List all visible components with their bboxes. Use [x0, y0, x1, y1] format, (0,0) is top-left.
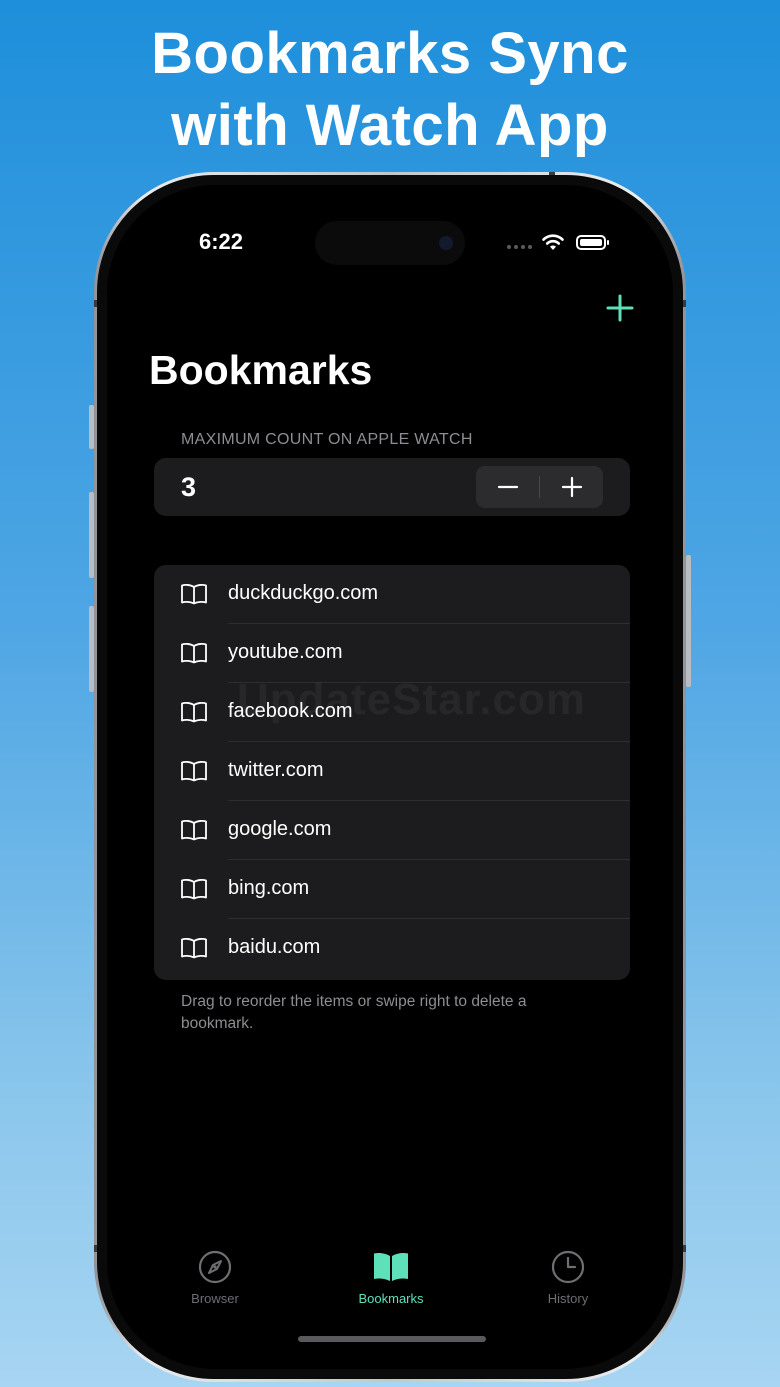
antenna-band [683, 300, 686, 307]
tab-browser[interactable]: Browser [155, 1249, 275, 1319]
front-camera [439, 236, 453, 250]
watch-count-value: 3 [181, 472, 197, 502]
bookmark-label: twitter.com [228, 759, 324, 781]
bookmark-item-duckduckgo[interactable]: duckduckgo.com [154, 565, 630, 624]
bookmark-label: youtube.com [228, 641, 343, 663]
wifi-icon [542, 234, 564, 250]
book-icon [181, 937, 207, 959]
phone-screen: 6:22 Bookmarks MAXIMUM COUNT ON APPLE WA… [107, 185, 673, 1369]
power-button [686, 555, 691, 687]
page-title: Bookmarks [149, 347, 373, 393]
status-time: 6:22 [199, 229, 244, 254]
open-book-icon [374, 1253, 408, 1281]
minus-icon [497, 485, 518, 489]
book-icon [181, 760, 207, 782]
bookmark-item-baidu[interactable]: baidu.com [154, 919, 630, 978]
volume-up-button [89, 492, 94, 578]
bookmark-item-bing[interactable]: bing.com [154, 860, 630, 919]
decrement-button[interactable] [476, 466, 539, 508]
compass-icon [198, 1250, 232, 1284]
bookmark-label: baidu.com [228, 936, 321, 958]
battery-icon [576, 235, 609, 250]
book-icon [181, 878, 207, 900]
promo-headline-line2: with Watch App [171, 93, 609, 158]
cellular-signal-icon [507, 245, 532, 249]
tab-history[interactable]: History [508, 1249, 628, 1319]
clock-icon [551, 1250, 585, 1284]
bookmark-item-google[interactable]: google.com [154, 801, 630, 860]
add-bookmark-button[interactable] [603, 291, 637, 325]
watermark: UpdateStar.com [237, 675, 586, 724]
dynamic-island [315, 221, 465, 265]
action-button [89, 405, 94, 449]
bookmark-item-twitter[interactable]: twitter.com [154, 742, 630, 801]
tab-label: Bookmarks [358, 1291, 424, 1306]
book-icon [181, 701, 207, 723]
watch-count-header: MAXIMUM COUNT ON APPLE WATCH [181, 431, 473, 448]
bookmark-label: google.com [228, 818, 332, 840]
watch-count-row: 3 [154, 458, 630, 516]
plus-icon [606, 294, 634, 322]
volume-down-button [89, 606, 94, 692]
book-icon [181, 642, 207, 664]
promo-headline-line1: Bookmarks Sync [151, 21, 629, 86]
bookmark-label: bing.com [228, 877, 310, 899]
bookmark-label: duckduckgo.com [228, 582, 379, 604]
tab-label: Browser [191, 1291, 239, 1306]
antenna-band [683, 1245, 686, 1252]
home-indicator[interactable] [298, 1336, 486, 1342]
watch-count-stepper[interactable] [476, 466, 603, 508]
bookmarks-list: duckduckgo.com youtube.com facebook.com … [154, 565, 630, 980]
phone-frame: 6:22 Bookmarks MAXIMUM COUNT ON APPLE WA… [94, 172, 686, 1382]
phone-bezel: 6:22 Bookmarks MAXIMUM COUNT ON APPLE WA… [97, 175, 683, 1379]
book-icon [181, 583, 207, 605]
promo-headline: Bookmarks Sync with Watch App [0, 18, 780, 162]
tab-bookmarks[interactable]: Bookmarks [331, 1249, 451, 1319]
list-footer-note: Drag to reorder the items or swipe right… [181, 993, 527, 1032]
plus-icon [561, 476, 582, 498]
tab-label: History [547, 1291, 589, 1306]
increment-button[interactable] [540, 466, 603, 508]
book-icon [181, 819, 207, 841]
